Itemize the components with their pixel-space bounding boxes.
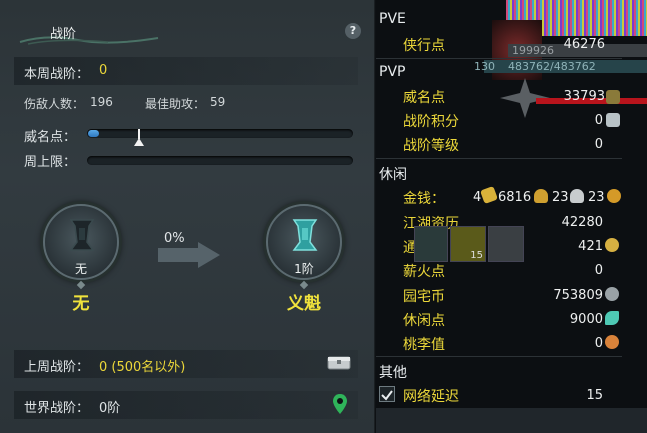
- xinhuo-label: 薪火点: [403, 264, 445, 280]
- gold-ingot-icon: [480, 186, 498, 204]
- current-rank-badge[interactable]: 无: [43, 204, 119, 280]
- weekly-cap-progress-bar: [87, 156, 353, 165]
- prestige-currency-icon: [606, 90, 620, 104]
- tongbao-value: 421: [578, 239, 603, 254]
- rank-emblem-icon: [69, 219, 95, 251]
- leisure-points-label: 休闲点: [403, 313, 445, 329]
- bottom-band: [376, 408, 647, 433]
- gourd-icon: [605, 335, 619, 349]
- divider: [376, 58, 622, 59]
- next-rank-level: 1阶: [294, 262, 314, 276]
- world-rank-value: 0阶: [99, 401, 121, 416]
- rank-score-label: 战阶积分: [403, 114, 459, 130]
- yuanzhai-value: 753809: [553, 288, 603, 303]
- prestige-progress-bar: [87, 129, 353, 138]
- xiaxing-label: 侠行点: [403, 38, 445, 54]
- battle-rank-panel: 战阶 ? 本周战阶： 0 伤敌人数： 196 最佳助攻： 59 威名点： 周上限…: [0, 0, 375, 433]
- money-silver-value: 6816: [498, 190, 532, 205]
- rank-score-value: 0: [594, 113, 603, 128]
- kills-label: 伤敌人数：: [24, 97, 85, 111]
- coin-icon: [607, 189, 621, 203]
- panel-title: 战阶: [50, 27, 77, 42]
- xiaxing-value: 46276: [563, 37, 605, 52]
- item-slot[interactable]: 15: [450, 226, 486, 262]
- item-slots[interactable]: 15: [414, 226, 524, 264]
- divider: [376, 158, 622, 159]
- world-rank-label: 世界战阶：: [24, 401, 90, 416]
- weekly-cap-label: 周上限：: [24, 155, 77, 170]
- mp-bar: 130 483762/483762: [474, 60, 647, 73]
- week-rank-label: 本周战阶：: [24, 67, 90, 82]
- money-copper-value: 23: [552, 190, 569, 205]
- last-week-label: 上周战阶：: [24, 360, 90, 375]
- rank-progress-arrow: [158, 242, 220, 268]
- leaf-icon: [605, 311, 619, 325]
- rank-level-value: 0: [594, 137, 603, 152]
- week-rank-row: 本周战阶： 0: [14, 57, 358, 85]
- section-pve-title: PVE: [379, 11, 406, 27]
- world-rank-row: 世界战阶： 0阶: [14, 391, 358, 419]
- rank-level-label: 战阶等级: [403, 138, 459, 154]
- game-scene-overlay: 199926 130 483762/483762: [472, 0, 647, 120]
- week-rank-value: 0: [99, 63, 108, 78]
- yuanzhai-coin-icon: [605, 287, 619, 301]
- attribute-panel: 199926 130 483762/483762 PVE 侠行点 46276 P…: [376, 0, 647, 433]
- network-latency-checkbox[interactable]: [379, 386, 395, 402]
- rank-score-icon: [606, 113, 620, 127]
- assist-value: 59: [210, 95, 226, 109]
- money-coin-value: 23: [588, 190, 605, 205]
- help-button[interactable]: ?: [345, 23, 361, 39]
- network-latency-label: 网络延迟: [403, 389, 459, 405]
- kills-value: 196: [90, 95, 113, 109]
- taoli-value: 0: [594, 336, 603, 351]
- next-rank-badge[interactable]: 1阶: [266, 204, 342, 280]
- level-text: 130: [474, 60, 495, 73]
- next-rank-dot: [299, 280, 309, 290]
- last-week-value: 0 (500名以外): [99, 360, 186, 375]
- header-swirl-decoration: [19, 36, 159, 45]
- jianghu-value: 42280: [561, 215, 603, 230]
- checkmark-icon: [381, 390, 393, 401]
- money-label: 金钱：: [403, 191, 445, 207]
- prestige-row-value: 33793: [563, 89, 605, 104]
- prestige-label: 威名点：: [24, 130, 77, 145]
- current-rank-dot: [76, 280, 86, 290]
- section-other-title: 其他: [379, 365, 407, 381]
- copper-ingot-icon: [570, 189, 584, 203]
- current-rank-level: 无: [74, 262, 87, 276]
- last-week-rank-row: 上周战阶： 0 (500名以外): [14, 350, 358, 378]
- location-pin-icon[interactable]: [333, 394, 347, 414]
- xinhuo-value: 0: [594, 263, 603, 278]
- next-rank-name: 义魁: [287, 294, 321, 314]
- divider: [376, 356, 622, 357]
- taoli-label: 桃李值: [403, 337, 445, 353]
- rank-emblem-icon: [292, 219, 318, 251]
- yuanzhai-label: 园宅币: [403, 289, 445, 305]
- mp-text: 483762/483762: [508, 60, 596, 73]
- network-latency-value: 15: [586, 388, 603, 403]
- item-slot-count: 15: [470, 250, 483, 261]
- prestige-row-label: 威名点: [403, 90, 445, 106]
- current-rank-name: 无: [72, 294, 90, 314]
- section-pvp-title: PVP: [379, 64, 406, 80]
- tongbao-coin-icon: [605, 238, 619, 252]
- silver-ingot-icon: [534, 189, 548, 203]
- prestige-progress-fill: [88, 130, 99, 137]
- item-slot[interactable]: [488, 226, 524, 262]
- assist-label: 最佳助攻：: [145, 97, 206, 111]
- section-leisure-title: 休闲: [379, 167, 407, 183]
- leisure-points-value: 9000: [569, 312, 603, 327]
- panel-header: 战阶: [0, 14, 375, 48]
- chest-icon[interactable]: [327, 354, 351, 370]
- prestige-threshold-marker: [134, 138, 144, 146]
- hp-text: 199926: [512, 44, 554, 57]
- item-slot[interactable]: [414, 226, 448, 262]
